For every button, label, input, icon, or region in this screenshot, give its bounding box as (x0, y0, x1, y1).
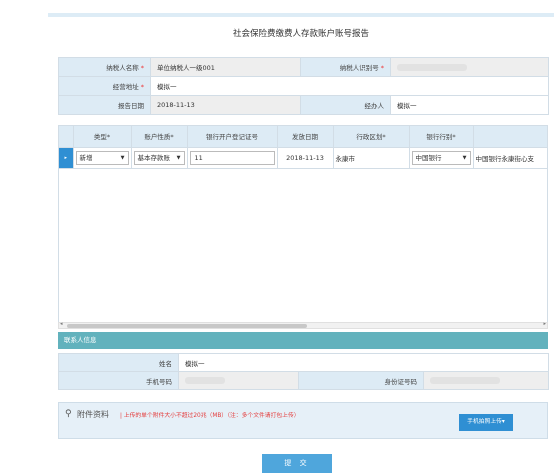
horizontal-scrollbar[interactable]: ◂ ▸ (58, 321, 548, 329)
grid-header-bank-type: 银行行别* (409, 126, 474, 148)
account-nature-select[interactable]: 基本存款账 ▼ (133, 150, 185, 165)
contact-name-label: 姓名 (58, 353, 179, 372)
dropdown-caret-icon: ▼ (462, 154, 467, 161)
type-select[interactable]: 新增 ▼ (75, 150, 129, 165)
table-row[interactable]: ▸ 新增 ▼ 基本存款账 ▼ 11 2018-11-13 永康市 中国银行 ▼ 中国银… (59, 147, 547, 169)
grid-header-account-nature: 账户性质* (131, 126, 188, 148)
contact-name-field[interactable]: 模拟一 (177, 353, 550, 372)
taxpayer-id-field (390, 57, 549, 77)
attachments-note: | 上传的单个附件大小不超过20兆（MB）（注：多个文件请打包上传） (120, 413, 300, 419)
bank-reg-no-cell: 11 (187, 147, 278, 169)
report-date-label: 报告日期 (58, 95, 151, 115)
phone-label: 手机号码 (58, 371, 179, 390)
grid-header-type: 类型* (73, 126, 132, 148)
grid-header-issue-date: 发放日期 (277, 126, 334, 148)
account-nature-cell: 基本存款账 ▼ (131, 147, 188, 169)
contact-form: 姓名 模拟一 手机号码 身份证号码 (58, 353, 550, 390)
row-selector-icon[interactable]: ▸ (59, 147, 74, 169)
taxpayer-info-form: 纳税人名称 * 单位纳税人一级001 纳税人识别号 * 经营地址 * 模拟一 报告日期… (58, 57, 549, 115)
bank-reg-no-input[interactable]: 11 (189, 150, 275, 165)
grid-header-selector (59, 126, 74, 148)
report-date-field: 2018-11-13 (150, 95, 301, 115)
type-cell: 新增 ▼ (73, 147, 132, 169)
grid-header-region: 行政区划* (333, 126, 410, 148)
grid-header-bank-branch (473, 126, 547, 148)
taxpayer-name-field: 单位纳税人一级001 (150, 57, 301, 77)
handler-label: 经办人 (300, 95, 391, 115)
submit-button[interactable]: 提 交 (262, 454, 332, 473)
dropdown-caret-icon: ▼ (120, 154, 125, 161)
address-label: 经营地址 * (58, 76, 151, 96)
page-title: 社会保险费缴费人存款账户账号报告 (232, 29, 369, 39)
phone-upload-button[interactable]: 手机拍照上传▾ (459, 414, 513, 431)
scrollbar-thumb[interactable] (67, 324, 307, 328)
phone-field[interactable] (178, 371, 299, 390)
handler-field[interactable]: 模拟一 (390, 95, 549, 115)
region-cell[interactable]: 永康市 (333, 147, 410, 169)
attachments-title: 附件资料 (77, 410, 109, 419)
taxpayer-id-label: 纳税人识别号 * (300, 57, 391, 77)
id-number-field[interactable] (422, 371, 550, 390)
account-grid: 类型* 账户性质* 银行开户登记证号 发放日期 行政区划* 银行行别* ▸ 新增… (58, 125, 548, 327)
address-field[interactable]: 模拟一 (150, 76, 549, 96)
attachments-panel: ⚲ 附件资料 | 上传的单个附件大小不超过20兆（MB）（注：多个文件请打包上传… (58, 402, 548, 439)
grid-header-bank-reg-no: 银行开户登记证号 (187, 126, 278, 148)
paperclip-icon: ⚲ (65, 409, 72, 419)
bank-branch-cell[interactable]: 中国银行永康街心支 (473, 147, 547, 169)
bank-type-select[interactable]: 中国银行 ▼ (411, 150, 471, 165)
contact-section-header: 联系人信息 (58, 332, 548, 349)
issue-date-cell[interactable]: 2018-11-13 (277, 147, 334, 169)
top-bar (48, 13, 554, 17)
bank-type-cell: 中国银行 ▼ (409, 147, 474, 169)
dropdown-caret-icon: ▼ (176, 154, 181, 161)
scroll-right-icon[interactable]: ▸ (543, 321, 546, 327)
id-number-label: 身份证号码 (298, 371, 424, 390)
taxpayer-name-label: 纳税人名称 * (58, 57, 151, 77)
scroll-left-icon[interactable]: ◂ (60, 321, 63, 327)
